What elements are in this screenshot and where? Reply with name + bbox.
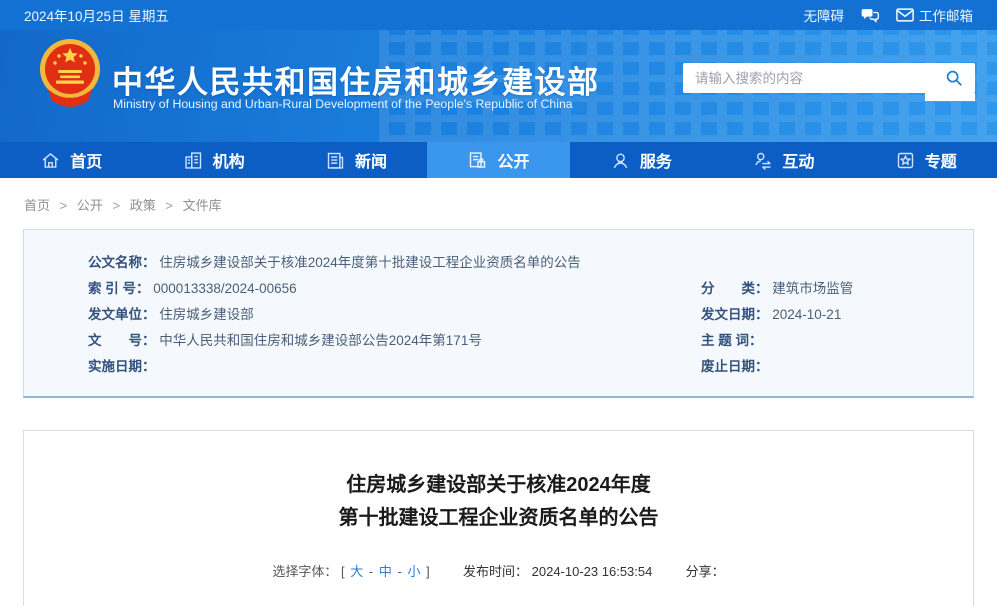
topic-icon (895, 150, 916, 171)
search-input[interactable] (695, 70, 945, 86)
breadcrumb-disclosure[interactable]: 公开 (77, 198, 103, 213)
building-icon (183, 150, 204, 171)
bracket: ] (426, 564, 430, 579)
info-row-index-number: 索 引 号： 000013338/2024-00656 (88, 276, 701, 302)
info-value: 住房城乡建设部 (159, 307, 254, 322)
nav-tab-organization[interactable]: 机构 (142, 142, 284, 178)
dash: - (368, 564, 374, 579)
nav-tab-disclosure[interactable]: 公开 (427, 142, 570, 178)
accessibility-link[interactable]: 无障碍 (804, 5, 845, 25)
nav-label: 专题 (924, 154, 957, 171)
dash: - (397, 564, 402, 579)
font-size-label: 选择字体： (272, 564, 338, 579)
bracket: [ (341, 564, 345, 579)
accessibility-label: 无障碍 (803, 9, 845, 24)
work-mailbox-link[interactable]: 工作邮箱 (896, 5, 973, 25)
publish-time-label: 发布时间： (463, 564, 529, 579)
info-label: 文 号： (88, 333, 156, 348)
info-row-implementation-date: 实施日期： (88, 354, 701, 380)
info-row-doc-title: 公文名称： 住房城乡建设部关于核准2024年度第十批建设工程企业资质名单的公告 (88, 250, 963, 276)
nav-label: 新闻 (355, 154, 388, 171)
nav-label: 公开 (497, 154, 530, 171)
info-label: 废止日期： (701, 359, 769, 374)
nav-label: 互动 (782, 154, 815, 171)
nav-label: 服务 (639, 154, 672, 171)
nav-tab-home[interactable]: 首页 (0, 142, 142, 178)
interaction-icon (752, 150, 773, 171)
breadcrumb-library[interactable]: 文件库 (183, 198, 222, 213)
info-value: 2024-10-21 (772, 307, 842, 322)
info-row-issuing-unit: 发文单位： 住房城乡建设部 (88, 302, 701, 328)
document-info-box: 公文名称： 住房城乡建设部关于核准2024年度第十批建设工程企业资质名单的公告 … (23, 229, 974, 398)
font-size-small-button[interactable]: 小 (407, 564, 420, 579)
font-size-large-button[interactable]: 大 (350, 564, 363, 579)
info-value: 建筑市场监管 (772, 281, 854, 296)
info-row-category: 分 类： 建筑市场监管 (701, 276, 963, 302)
chat-bubbles-icon[interactable] (860, 7, 880, 23)
nav-tab-services[interactable]: 服务 (570, 142, 712, 178)
nav-tab-news[interactable]: 新闻 (285, 142, 427, 178)
search-icon[interactable] (945, 69, 963, 87)
share-label[interactable]: 分享： (686, 564, 725, 579)
info-row-abolition-date: 废止日期： (701, 354, 963, 380)
article-title-line2: 第十批建设工程企业资质名单的公告 (338, 507, 659, 529)
info-value: 中华人民共和国住房和城乡建设部公告2024年第171号 (159, 333, 482, 348)
current-date: 2024年10月25日 星期五 (24, 9, 169, 24)
info-label: 索 引 号： (88, 281, 150, 296)
search-bar (683, 63, 975, 101)
mailbox-label: 工作邮箱 (919, 9, 973, 24)
article-meta-bar: 选择字体： [ 大 - 中 - 小 ] 发布时间： 2024-10-23 16:… (24, 561, 973, 580)
info-label: 发文日期： (701, 307, 769, 322)
breadcrumb-policy[interactable]: 政策 (130, 198, 156, 213)
mail-icon (896, 8, 914, 22)
breadcrumb: 首页 > 公开 > 政策 > 文件库 (0, 178, 997, 214)
info-value: 000013338/2024-00656 (153, 281, 297, 296)
info-label: 公文名称： (88, 255, 156, 270)
nav-label: 机构 (212, 154, 245, 171)
article-title-line1: 住房城乡建设部关于核准2024年度 (346, 474, 651, 496)
site-title: 中华人民共和国住房和城乡建设部 (112, 65, 600, 100)
home-icon (40, 150, 61, 171)
site-subtitle-en: Ministry of Housing and Urban-Rural Deve… (113, 97, 573, 111)
service-icon (610, 150, 631, 171)
article-title: 住房城乡建设部关于核准2024年度 第十批建设工程企业资质名单的公告 (24, 469, 973, 535)
top-utility-bar: 2024年10月25日 星期五 无障碍 工作邮箱 (0, 0, 997, 30)
info-label: 发文单位： (88, 307, 156, 322)
breadcrumb-home[interactable]: 首页 (24, 198, 50, 213)
main-nav: 首页 机构 新闻 公开 服务 互动 专题 (0, 142, 997, 178)
font-size-medium-button[interactable]: 中 (379, 564, 392, 579)
breadcrumb-separator: > (59, 198, 68, 213)
nav-tab-interaction[interactable]: 互动 (712, 142, 854, 178)
breadcrumb-separator: > (112, 198, 121, 213)
info-label: 分 类： (701, 281, 769, 296)
article-panel: 住房城乡建设部关于核准2024年度 第十批建设工程企业资质名单的公告 选择字体：… (23, 430, 974, 606)
breadcrumb-separator: > (165, 198, 173, 213)
info-value: 住房城乡建设部关于核准2024年度第十批建设工程企业资质名单的公告 (159, 255, 581, 270)
info-row-issue-date: 发文日期： 2024-10-21 (701, 302, 963, 328)
info-row-subject-words: 主 题 词： (701, 328, 963, 354)
news-icon (325, 150, 346, 171)
national-emblem-logo (40, 39, 100, 107)
disclosure-icon (467, 150, 488, 171)
info-row-doc-number: 文 号： 中华人民共和国住房和城乡建设部公告2024年第171号 (88, 328, 701, 354)
publish-time-value: 2024-10-23 16:53:54 (531, 564, 653, 579)
info-label: 主 题 词： (701, 333, 763, 348)
nav-label: 首页 (70, 154, 103, 171)
info-label: 实施日期： (88, 359, 156, 374)
site-header: www.mohurd.gov.cn 中华人民共和国住房和城乡建设部 Minist… (0, 30, 997, 142)
nav-tab-topics[interactable]: 专题 (855, 142, 997, 178)
